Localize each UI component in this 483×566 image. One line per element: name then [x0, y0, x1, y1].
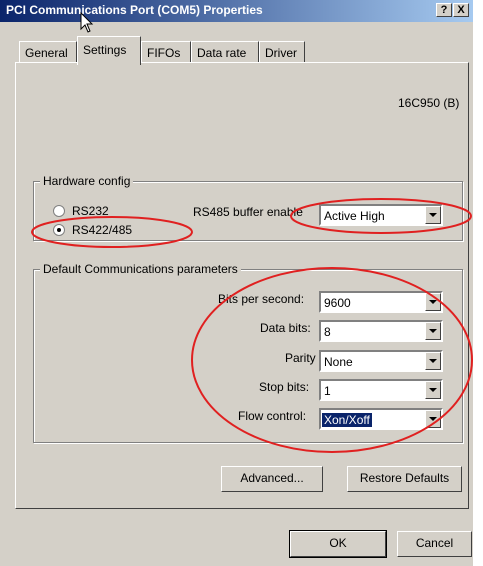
rs422-485-radio[interactable]: [53, 224, 65, 236]
title-bar[interactable]: PCI Communications Port (COM5) Propertie…: [0, 0, 473, 22]
rs422-485-label: RS422/485: [72, 223, 133, 237]
cancel-button[interactable]: Cancel: [397, 531, 472, 557]
mouse-cursor-icon: [80, 12, 94, 33]
stop-bits-label: Stop bits:: [259, 380, 310, 394]
chevron-down-icon[interactable]: [425, 410, 441, 428]
parity-label: Parity: [285, 351, 316, 365]
rs485-buffer-label: RS485 buffer enable: [193, 205, 303, 219]
restore-defaults-button[interactable]: Restore Defaults: [347, 466, 462, 492]
ok-button[interactable]: OK: [289, 530, 387, 558]
stop-bits-select[interactable]: 1: [319, 379, 443, 401]
bits-per-second-label: Bits per second:: [218, 292, 305, 306]
chevron-down-icon[interactable]: [425, 322, 441, 340]
parity-value: None: [324, 355, 353, 369]
tab-fifos[interactable]: FIFOs: [141, 41, 191, 63]
rs232-label: RS232: [72, 204, 109, 218]
tab-driver[interactable]: Driver: [259, 41, 305, 63]
chevron-down-icon[interactable]: [425, 293, 441, 311]
window-title: PCI Communications Port (COM5) Propertie…: [6, 3, 263, 17]
chevron-down-icon[interactable]: [425, 381, 441, 399]
data-bits-label: Data bits:: [260, 321, 311, 335]
comm-params-label: Default Communications parameters: [40, 262, 241, 276]
close-button[interactable]: X: [453, 3, 469, 17]
rs485-buffer-select[interactable]: Active High: [319, 204, 443, 226]
rs232-radio[interactable]: [53, 205, 65, 217]
properties-window: PCI Communications Port (COM5) Propertie…: [0, 0, 473, 566]
chevron-down-icon[interactable]: [425, 206, 441, 224]
bits-per-second-value: 9600: [324, 296, 351, 310]
tab-settings[interactable]: Settings: [77, 36, 141, 65]
tab-general[interactable]: General: [19, 41, 77, 63]
chip-label: 16C950 (B): [398, 96, 460, 110]
hardware-config-label: Hardware config: [40, 174, 134, 188]
flow-control-value: Xon/Xoff: [322, 413, 372, 427]
data-bits-value: 8: [324, 325, 331, 339]
flow-control-select[interactable]: Xon/Xoff: [319, 408, 443, 430]
advanced-button[interactable]: Advanced...: [221, 466, 323, 492]
parity-select[interactable]: None: [319, 350, 443, 372]
rs485-buffer-value: Active High: [324, 209, 385, 223]
tab-data-rate[interactable]: Data rate: [191, 41, 259, 63]
chevron-down-icon[interactable]: [425, 352, 441, 370]
help-button[interactable]: ?: [436, 3, 452, 17]
flow-control-label: Flow control:: [238, 409, 307, 423]
data-bits-select[interactable]: 8: [319, 320, 443, 342]
stop-bits-value: 1: [324, 384, 331, 398]
bits-per-second-select[interactable]: 9600: [319, 291, 443, 313]
